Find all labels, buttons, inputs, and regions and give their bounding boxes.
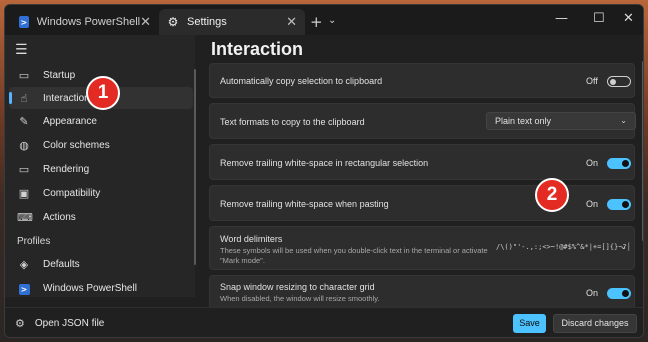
setting-trim-paste: Remove trailing white-space when pasting…	[209, 185, 635, 221]
close-tab-icon[interactable]: ✕	[286, 15, 297, 30]
sidebar-item-label: Defaults	[43, 258, 80, 270]
sidebar-item-label: Windows PowerShell	[43, 282, 137, 294]
footer-bar: ⚙ Open JSON file Save Discard changes	[5, 307, 643, 337]
setting-label: Remove trailing white-space when pasting	[220, 199, 389, 209]
minimize-button[interactable]: —	[555, 11, 568, 26]
sidebar-item-compatibility[interactable]: ▣ Compatibility	[9, 182, 193, 204]
sidebar-item-label: Startup	[43, 69, 76, 81]
chevron-down-icon[interactable]: ⌄	[620, 242, 627, 251]
settings-sidebar: ☰ ▭ Startup ☝ Interaction ✎ Appearance ◍…	[5, 35, 196, 299]
page-title: Interaction	[211, 39, 304, 59]
sidebar-item-actions[interactable]: ⌨ Actions	[9, 206, 193, 228]
content-scrollbar[interactable]	[642, 61, 643, 241]
tab-windows-powershell[interactable]: > Windows PowerShell ✕	[11, 9, 159, 35]
sidebar-item-rendering[interactable]: ▭ Rendering	[9, 158, 193, 180]
tab-settings[interactable]: ⚙ Settings ✕	[159, 9, 305, 35]
powershell-icon: >	[17, 282, 31, 295]
compatibility-icon: ▣	[18, 186, 30, 200]
trim-paste-toggle[interactable]	[607, 199, 631, 210]
gear-icon: ⚙	[167, 15, 179, 29]
sidebar-item-label: Compatibility	[43, 187, 101, 199]
setting-label: Word delimiters	[220, 234, 283, 244]
setting-description: When disabled, the window will resize sm…	[220, 294, 380, 303]
toggle-state-label: On	[586, 199, 599, 209]
powershell-icon: >	[19, 16, 29, 28]
sidebar-item-color-schemes[interactable]: ◍ Color schemes	[9, 134, 193, 156]
gear-icon: ⚙	[15, 317, 25, 330]
layers-icon: ◈	[19, 257, 29, 271]
snap-to-grid-toggle[interactable]	[607, 288, 631, 299]
setting-snap-to-grid: Snap window resizing to character grid W…	[209, 275, 635, 309]
dropdown-value: Plain text only	[495, 116, 552, 126]
save-button[interactable]: Save	[513, 314, 546, 333]
terminal-window: > Windows PowerShell ✕ ⚙ Settings ✕ + ⌄ …	[4, 4, 644, 338]
sidebar-item-label: Appearance	[43, 115, 97, 127]
chevron-down-icon: ⌄	[620, 116, 627, 125]
tab-dropdown-icon[interactable]: ⌄	[328, 15, 336, 26]
setting-copy-formats: Text formats to copy to the clipboard Pl…	[209, 103, 636, 139]
annotation-marker-2: 2	[535, 178, 569, 212]
keyboard-icon: ⌨	[17, 210, 33, 224]
sidebar-item-label: Rendering	[43, 163, 90, 175]
sidebar-item-defaults[interactable]: ◈ Defaults	[9, 253, 193, 275]
interaction-icon: ☝	[20, 91, 28, 105]
tab-label: Settings	[187, 16, 227, 28]
toggle-state-label: On	[586, 288, 599, 298]
tab-bar: > Windows PowerShell ✕ ⚙ Settings ✕ + ⌄ …	[5, 5, 643, 35]
setting-label: Snap window resizing to character grid	[220, 282, 375, 292]
sidebar-item-appearance[interactable]: ✎ Appearance	[9, 110, 193, 132]
monitor-icon: ▭	[18, 162, 30, 176]
sidebar-item-label: Color schemes	[43, 139, 110, 151]
setting-label: Remove trailing white-space in rectangul…	[220, 158, 429, 168]
setting-trim-block-selection: Remove trailing white-space in rectangul…	[209, 144, 635, 180]
open-json-file-link[interactable]: ⚙ Open JSON file	[15, 317, 104, 330]
toggle-state-label: Off	[586, 76, 598, 86]
annotation-marker-1: 1	[86, 76, 120, 110]
toggle-state-label: On	[586, 158, 599, 168]
sidebar-item-label: Actions	[43, 211, 76, 223]
tab-label: Windows PowerShell	[36, 16, 141, 28]
setting-description: These symbols will be used when you doub…	[220, 246, 488, 265]
maximize-button[interactable]: ☐	[593, 11, 605, 26]
brush-icon: ✎	[19, 114, 29, 128]
setting-label: Text formats to copy to the clipboard	[220, 117, 365, 127]
new-tab-button[interactable]: +	[310, 13, 323, 31]
close-window-button[interactable]: ✕	[623, 11, 634, 26]
hamburger-menu-icon[interactable]: ☰	[15, 42, 28, 58]
close-tab-icon[interactable]: ✕	[140, 15, 151, 30]
sidebar-scrollbar[interactable]	[194, 69, 196, 265]
copy-formats-dropdown[interactable]: Plain text only ⌄	[486, 112, 636, 130]
discard-changes-button[interactable]: Discard changes	[553, 314, 637, 333]
settings-content: Interaction Automatically copy selection…	[201, 35, 643, 309]
setting-copy-on-select: Automatically copy selection to clipboar…	[209, 63, 635, 98]
sidebar-item-label: Interaction	[43, 92, 90, 104]
word-delimiters-value: /\()"'-.,:;<>~!@#$%^&*|+=[]{}~?│	[496, 243, 631, 251]
sidebar-item-windows-powershell[interactable]: > Windows PowerShell	[9, 277, 193, 299]
setting-label: Automatically copy selection to clipboar…	[220, 76, 383, 86]
setting-word-delimiters[interactable]: Word delimiters These symbols will be us…	[209, 226, 635, 270]
startup-icon: ▭	[18, 68, 30, 82]
palette-icon: ◍	[19, 138, 29, 152]
profiles-header: Profiles	[17, 236, 51, 247]
trim-block-selection-toggle[interactable]	[607, 158, 631, 169]
copy-on-select-toggle[interactable]	[607, 76, 631, 87]
open-json-label: Open JSON file	[34, 318, 105, 329]
